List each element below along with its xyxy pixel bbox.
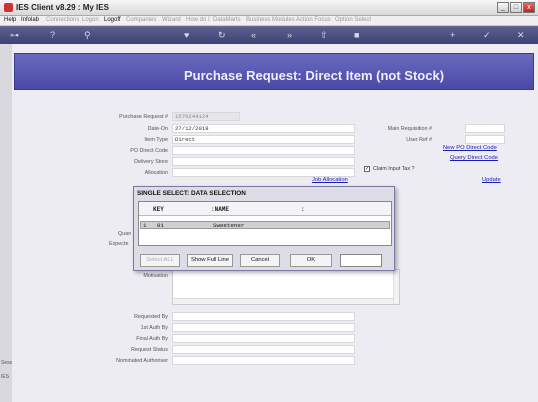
close-icon[interactable]: ✕ [517,30,525,40]
main-requisition-field[interactable] [465,124,505,133]
update-link[interactable]: Update [482,177,501,183]
help-icon[interactable]: ? [50,30,55,40]
key-icon[interactable]: ⊶ [10,30,19,40]
user-ref-field[interactable] [465,135,505,144]
expected-label: Expecte [109,241,129,247]
motivation-label: Motivation [143,273,168,279]
cancel-button[interactable]: Cancel [240,254,280,267]
claim-input-tax-label: Claim Input Tax ? [373,166,415,172]
menu-option-select[interactable]: Option Select [335,17,371,23]
dialog-title: SINGLE SELECT: DATA SELECTION [137,190,246,197]
page-header: Purchase Request: Direct Item (not Stock… [14,53,534,90]
column-name-header: :NAME [211,206,230,213]
date-on-field[interactable]: 27/12/2018 [172,124,355,133]
check-icon[interactable]: ✓ [483,30,491,40]
new-po-direct-code-link[interactable]: New PO Direct Code [443,145,497,151]
row-index: 1 [143,222,147,229]
session-label: Sess [1,360,13,366]
add-icon[interactable]: + [450,30,455,40]
menu-connections[interactable]: Connections [46,17,79,23]
requested-by-field[interactable] [172,312,355,321]
minimize-button[interactable]: _ [497,2,509,13]
request-status-field[interactable] [172,345,355,354]
first-auth-field[interactable] [172,323,355,332]
menu-how-do-i[interactable]: How do I [186,17,210,23]
rewind-icon[interactable]: « [251,30,256,40]
menu-datamarts[interactable]: DataMarts [213,17,241,23]
item-type-label: Item Type [144,137,168,143]
claim-input-tax-checkbox[interactable]: ✓ [364,166,370,172]
first-auth-label: 1st Auth By [140,325,168,331]
item-type-field[interactable]: Direct [172,135,355,144]
forward-icon[interactable]: » [287,30,292,40]
purchase-request-label: Purchase Request # [119,114,168,120]
allocation-field[interactable] [172,168,355,177]
po-direct-code-field[interactable] [172,146,355,155]
row-key: 01 [157,222,164,229]
close-window-button[interactable]: x [523,2,535,13]
menu-bar: Help Infolab Connections Logon Logoff Co… [0,16,538,26]
query-direct-code-link[interactable]: Query Direct Code [450,155,498,161]
dialog-input[interactable] [340,254,382,267]
select-all-button[interactable]: Select ALL [140,254,180,267]
vertical-scrollbar[interactable] [393,270,399,304]
page-title: Purchase Request: Direct Item (not Stock… [183,68,445,83]
heart-icon[interactable]: ♥ [184,30,189,40]
job-allocation-link[interactable]: Job Allocation [312,177,348,183]
po-direct-code-label: PO Direct Code [130,148,168,154]
refresh-icon[interactable]: ↻ [218,30,226,40]
nominated-authoriser-label: Nominated Authoriser [116,358,168,364]
maximize-button[interactable]: □ [510,2,522,13]
main-requisition-label: Main Requisition # [387,126,432,132]
column-key-header: KEY [153,206,164,213]
horizontal-scrollbar[interactable] [173,298,393,304]
purchase-request-field: 1570244124 [172,112,240,121]
user-ref-label: User Ref # [406,137,432,143]
single-select-dialog: SINGLE SELECT: DATA SELECTION KEY :NAME … [133,186,395,271]
final-auth-field[interactable] [172,334,355,343]
menu-companies[interactable]: Companies [126,17,156,23]
left-side-strip: Sess IES [0,44,12,402]
delivery-store-field[interactable] [172,157,355,166]
menu-help[interactable]: Help [4,17,16,23]
row-name: Sweetener [213,222,245,229]
date-on-label: Date-On [147,126,168,132]
menu-business-modules[interactable]: Business Modules [246,17,295,23]
quantity-label: Quan [118,231,132,237]
delivery-store-label: Delivery Store [134,159,168,165]
requested-by-label: Requested By [134,314,168,320]
app-icon [4,3,13,12]
upload-icon[interactable]: ⇧ [320,30,328,40]
menu-logon[interactable]: Logon [82,17,99,23]
grid-header: KEY :NAME : [139,202,391,216]
final-auth-label: Final Auth By [136,336,168,342]
selection-grid: KEY :NAME : 1 01 Sweetener [138,201,392,246]
menu-wizard[interactable]: Wizard [162,17,181,23]
toolbar: ⊶ ? ⚲ ♥ ↻ « » ⇧ ■ + ✓ ✕ [0,27,538,44]
menu-logoff[interactable]: Logoff [104,17,121,23]
request-status-label: Request Status [131,347,168,353]
ok-button[interactable]: OK [290,254,332,267]
title-bar: IES Client v8.29 : My IES _ □ x [0,0,538,16]
nominated-authoriser-field[interactable] [172,356,355,365]
column-extra-header: : [301,206,305,213]
allocation-label: Allocation [144,170,168,176]
motivation-textarea[interactable] [172,269,400,305]
menu-action-focus[interactable]: Action Focus [296,17,331,23]
show-full-line-button[interactable]: Show Full Line [187,254,233,267]
menu-infolab[interactable]: Infolab [21,17,39,23]
stop-icon[interactable]: ■ [354,30,359,40]
grid-row[interactable]: 1 01 Sweetener [140,221,390,229]
window-title: IES Client v8.29 : My IES [16,3,109,12]
search-icon[interactable]: ⚲ [84,30,91,40]
ies-label: IES [1,374,10,380]
